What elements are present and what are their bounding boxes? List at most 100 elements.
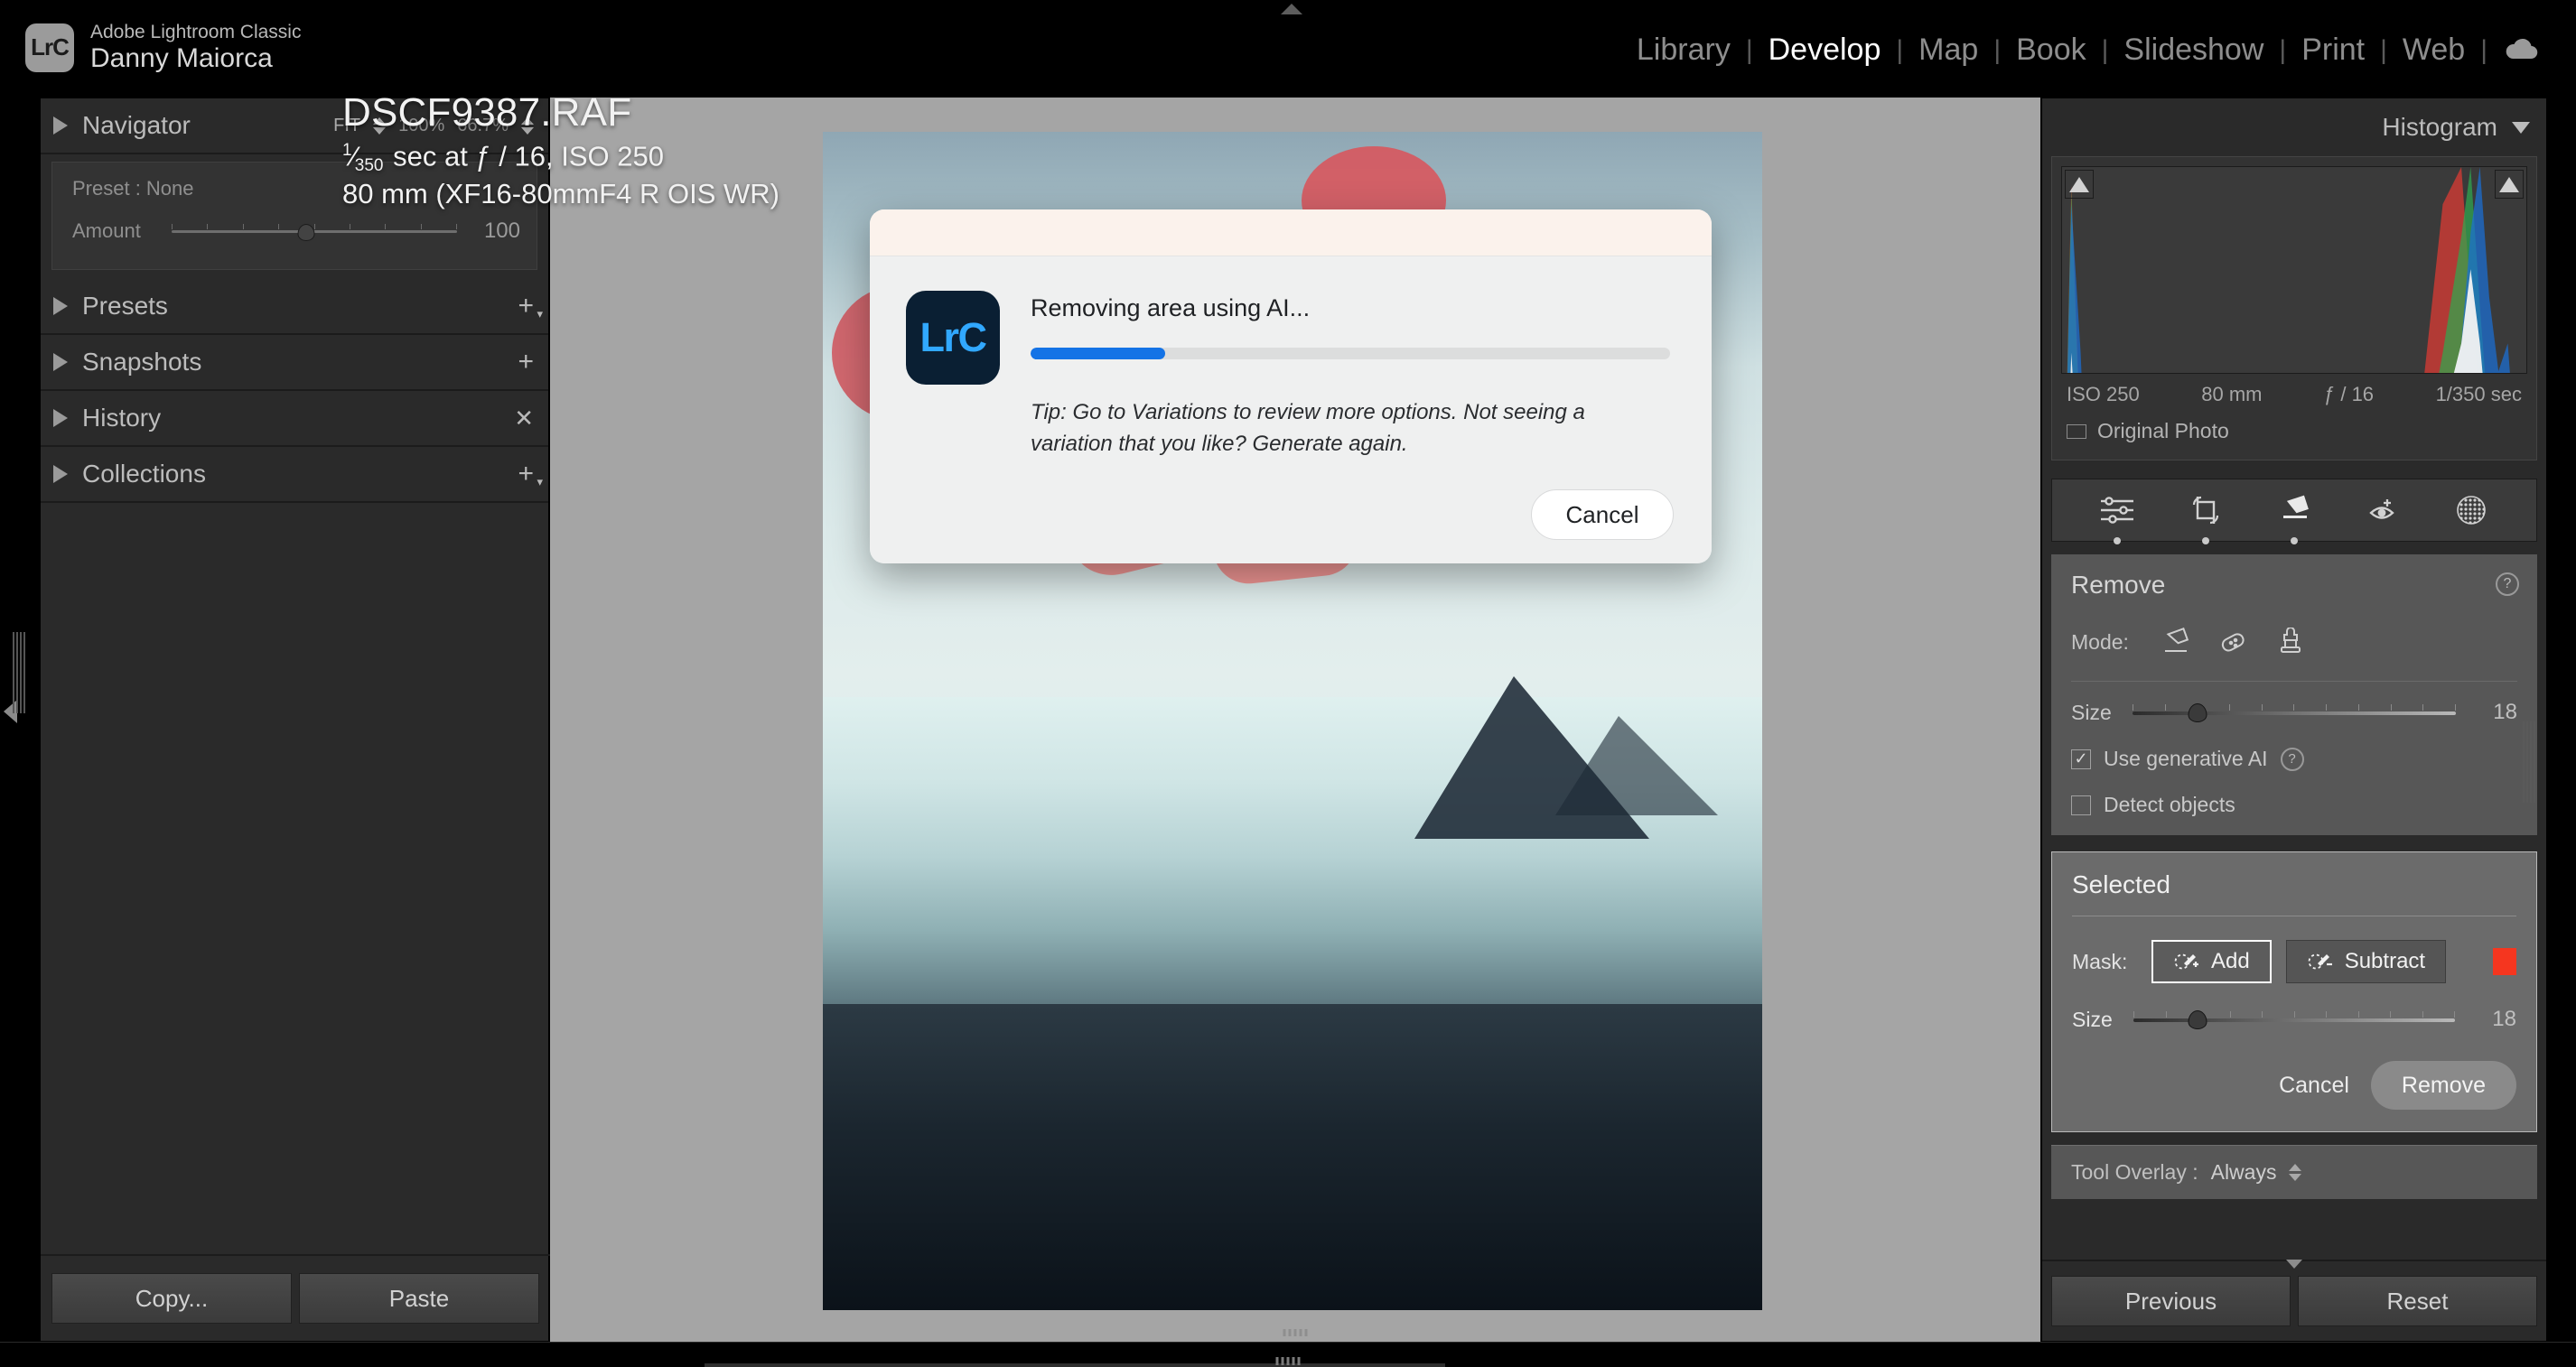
histogram-graph[interactable] <box>2061 166 2527 374</box>
add-snapshot-icon[interactable]: + <box>518 349 534 376</box>
disclosure-triangle-icon[interactable] <box>53 297 68 315</box>
disclosure-triangle-icon[interactable] <box>53 409 68 427</box>
use-generative-ai-checkbox[interactable]: ✓ <box>2071 749 2091 769</box>
paste-button[interactable]: Paste <box>299 1273 539 1324</box>
original-photo-checkbox[interactable] <box>2067 423 2086 439</box>
previous-button[interactable]: Previous <box>2051 1276 2291 1326</box>
section-presets[interactable]: Presets + ▾ <box>41 279 548 335</box>
module-web[interactable]: Web <box>2387 33 2480 68</box>
add-preset-icon[interactable]: + ▾ <box>518 293 543 321</box>
module-book[interactable]: Book <box>2001 33 2102 68</box>
selected-cancel-button[interactable]: Cancel <box>2279 1073 2349 1099</box>
module-picker: Library | Develop | Map | Book | Slidesh… <box>1621 33 2553 68</box>
tool-active-dot <box>2114 537 2121 544</box>
remove-size-slider[interactable] <box>2133 701 2456 724</box>
add-collection-icon[interactable]: + ▾ <box>518 460 543 488</box>
panel-collapse-arrow[interactable] <box>2286 1260 2302 1269</box>
chevron-down-icon[interactable] <box>2512 121 2530 134</box>
slider-knob[interactable] <box>2188 703 2207 722</box>
mask-subtract-label: Subtract <box>2344 949 2426 973</box>
lightroom-window: LrC Adobe Lightroom Classic Danny Maiorc… <box>0 0 2576 1367</box>
histogram-plot <box>2067 167 2510 373</box>
exif-shutter-speed: 1/350 sec <box>2435 383 2522 405</box>
brush-plus-icon <box>2174 953 2198 970</box>
disclosure-triangle-icon[interactable] <box>53 353 68 371</box>
amount-value: 100 <box>483 219 520 243</box>
filmstrip-gripper[interactable] <box>1275 1357 1301 1365</box>
heal-mode-icon[interactable] <box>2214 623 2252 661</box>
dialog-title-bar[interactable] <box>870 209 1712 256</box>
section-collections[interactable]: Collections + ▾ <box>41 447 548 503</box>
detect-objects-row[interactable]: Detect objects <box>2071 793 2517 817</box>
copy-button[interactable]: Copy... <box>51 1273 292 1324</box>
module-print[interactable]: Print <box>2286 33 2380 68</box>
histogram-header[interactable]: Histogram <box>2042 98 2546 156</box>
disclosure-triangle-icon[interactable] <box>53 116 68 135</box>
top-panel-collapse-arrow[interactable] <box>1275 2 1308 16</box>
lrc-logo-icon: LrC <box>25 23 74 72</box>
highlight-clipping-toggle[interactable] <box>2495 170 2524 199</box>
filmstrip-resize-gripper[interactable] <box>1283 1329 1308 1336</box>
section-history[interactable]: History ✕ <box>41 391 548 447</box>
tool-overlay-stepper-icon[interactable] <box>2289 1164 2302 1181</box>
module-map[interactable]: Map <box>1903 33 1993 68</box>
navigator-header[interactable]: Navigator FIT 100% 66.7% <box>41 98 548 154</box>
selected-actions: Cancel Remove <box>2072 1061 2516 1110</box>
tool-overlay-label: Tool Overlay : <box>2071 1160 2198 1184</box>
detect-objects-checkbox[interactable] <box>2071 795 2091 815</box>
cloud-sync-icon[interactable] <box>2487 38 2553 63</box>
slider-knob[interactable] <box>2188 1010 2207 1029</box>
histogram-panel: ISO 250 80 mm ƒ / 16 1/350 sec Original … <box>2051 156 2537 460</box>
brand-identity-plate: LrC Adobe Lightroom Classic Danny Maiorc… <box>25 22 301 73</box>
disclosure-triangle-icon[interactable] <box>53 465 68 483</box>
navigator-preview[interactable]: Preset : None Amount 100 <box>51 162 537 270</box>
left-panel-resize-gripper[interactable] <box>13 632 27 713</box>
erase-mode-icon[interactable] <box>2156 623 2194 661</box>
mask-add-button[interactable]: Add <box>2151 940 2272 983</box>
amount-slider[interactable] <box>172 220 457 242</box>
mask-label: Mask: <box>2072 949 2128 973</box>
selected-size-value: 18 <box>2492 1007 2516 1031</box>
section-snapshots[interactable]: Snapshots + <box>41 335 548 391</box>
masking-icon[interactable] <box>2450 489 2492 531</box>
reset-button[interactable]: Reset <box>2298 1276 2537 1326</box>
mask-color-swatch[interactable] <box>2493 948 2516 975</box>
zoom-100-label[interactable]: 100% <box>398 116 444 136</box>
selected-size-slider[interactable] <box>2133 1008 2455 1031</box>
basic-adjustments-icon[interactable] <box>2096 489 2138 544</box>
use-generative-ai-row[interactable]: ✓ Use generative AI ? <box>2071 747 2517 771</box>
remove-size-row: Size 18 <box>2071 700 2517 725</box>
module-develop[interactable]: Develop <box>1753 33 1897 68</box>
filmstrip-strip[interactable] <box>705 1363 1445 1367</box>
crop-overlay-icon[interactable] <box>2185 489 2226 544</box>
brush-minus-icon <box>2308 953 2332 970</box>
mask-subtract-button[interactable]: Subtract <box>2285 940 2447 983</box>
clear-history-icon[interactable]: ✕ <box>514 405 534 432</box>
shadow-clipping-toggle[interactable] <box>2065 170 2094 199</box>
module-separator: | <box>2101 34 2109 65</box>
red-eye-correction-icon[interactable] <box>2362 489 2403 531</box>
help-icon[interactable]: ? <box>2496 572 2519 596</box>
zoom-fit-label[interactable]: FIT <box>333 116 360 136</box>
amount-label: Amount <box>72 219 141 242</box>
zoom-custom-label[interactable]: 66.7% <box>457 116 509 136</box>
tool-overlay-value[interactable]: Always <box>2211 1160 2277 1185</box>
slider-ticks <box>2133 1011 2455 1018</box>
help-icon[interactable]: ? <box>2280 747 2304 771</box>
slider-knob[interactable] <box>297 224 315 241</box>
right-panel-resize-gripper[interactable] <box>2523 721 2535 803</box>
dialog-cancel-button[interactable]: Cancel <box>1531 489 1674 540</box>
remove-eraser-icon[interactable] <box>2273 489 2315 544</box>
fit-stepper-icon[interactable] <box>373 116 387 135</box>
selected-panel-title: Selected <box>2072 870 2170 898</box>
module-slideshow[interactable]: Slideshow <box>2108 33 2279 68</box>
module-library[interactable]: Library <box>1621 33 1746 68</box>
module-separator: | <box>1993 34 2002 65</box>
amount-slider-row: Amount 100 <box>72 219 520 244</box>
zoom-stepper-icon[interactable] <box>521 116 534 135</box>
selected-remove-button[interactable]: Remove <box>2370 1061 2516 1110</box>
tool-overlay-row[interactable]: Tool Overlay : Always <box>2051 1145 2537 1199</box>
clone-stamp-mode-icon[interactable] <box>2272 623 2310 661</box>
original-photo-row[interactable]: Original Photo <box>2061 410 2527 451</box>
slider-track <box>2133 1018 2455 1022</box>
